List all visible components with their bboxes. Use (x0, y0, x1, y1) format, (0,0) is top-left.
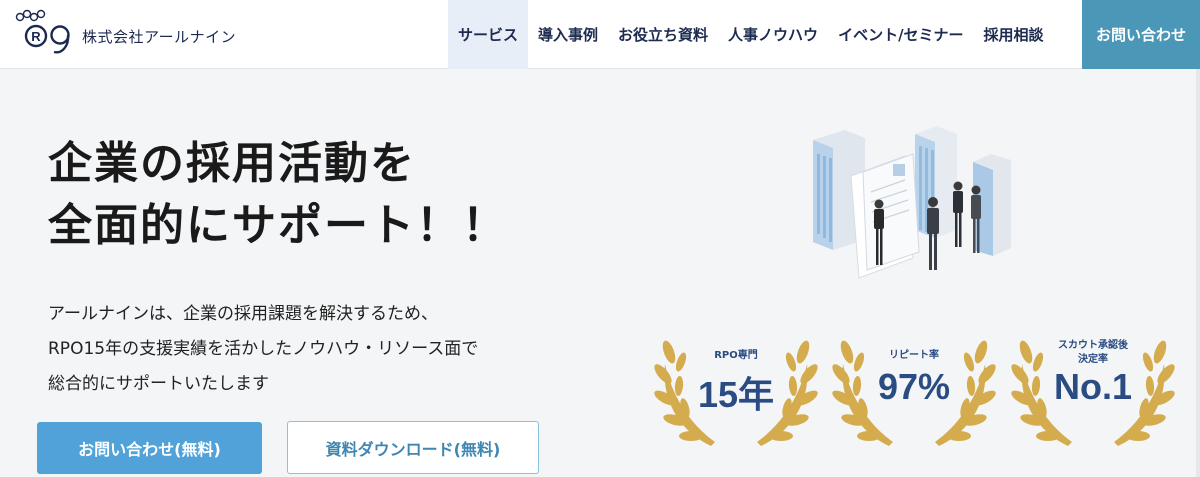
nav-item-hr-knowhow[interactable]: 人事ノウハウ (718, 0, 828, 69)
nav-item-recruiting-consult[interactable]: 採用相談 (974, 0, 1054, 69)
hero-description-line: 総合的にサポートいたします (48, 374, 269, 394)
nav-item-services[interactable]: サービス (448, 0, 529, 69)
nav-item-case-studies[interactable]: 導入事例 (528, 0, 608, 69)
business-people-illustration (813, 126, 1011, 279)
company-name: 株式会社アールナイン (82, 28, 237, 46)
award-rpo-years: RPO専門 15年 (651, 322, 821, 450)
award-label: スカウト承認後 (1058, 340, 1128, 351)
hero-title: 企業の採用活動を 全面的にサポート！！ (48, 133, 508, 257)
nav-item-resources[interactable]: お役立ち資料 (608, 0, 718, 69)
award-label: リピート率 (889, 350, 939, 361)
download-materials-button[interactable]: 資料ダウンロード(無料) (287, 421, 539, 474)
header-contact-button[interactable]: お問い合わせ (1082, 0, 1200, 69)
award-value: No.1 (1053, 366, 1132, 407)
award-repeat-rate: リピート率 97% (829, 322, 999, 450)
award-scout-decision-rate: スカウト承認後 決定率 No.1 (1008, 322, 1178, 450)
company-logo[interactable]: R 株式会社アールナイン (8, 8, 236, 60)
site-header: R 株式会社アールナイン サービス 導入事例 お役立ち資料 人事ノウハウ イベン… (0, 0, 1200, 69)
svg-text:R: R (31, 29, 41, 44)
award-label: RPO専門 (714, 350, 758, 361)
main-nav: サービス 導入事例 お役立ち資料 人事ノウハウ イベント/セミナー 採用相談 (448, 0, 1054, 69)
award-value: 97% (877, 366, 951, 407)
hero-title-line: 全面的にサポート！！ (48, 200, 508, 251)
hero-title-line: 企業の採用活動を (48, 138, 416, 189)
page-scrollbar[interactable] (1196, 69, 1200, 477)
award-label: 決定率 (1078, 354, 1108, 365)
hero-description-line: アールナインは、企業の採用課題を解決するため、 (48, 304, 438, 324)
hero-description-line: RPO15年の支援実績を活かしたノウハウ・リソース面で (48, 339, 479, 359)
nav-item-events-seminars[interactable]: イベント/セミナー (828, 0, 973, 69)
award-value: 15年 (697, 374, 775, 415)
r9-logo-icon: R (15, 9, 70, 54)
hero-description: アールナインは、企業の採用課題を解決するため、 RPO15年の支援実績を活かした… (48, 297, 478, 402)
contact-free-button[interactable]: お問い合わせ(無料) (37, 422, 262, 474)
